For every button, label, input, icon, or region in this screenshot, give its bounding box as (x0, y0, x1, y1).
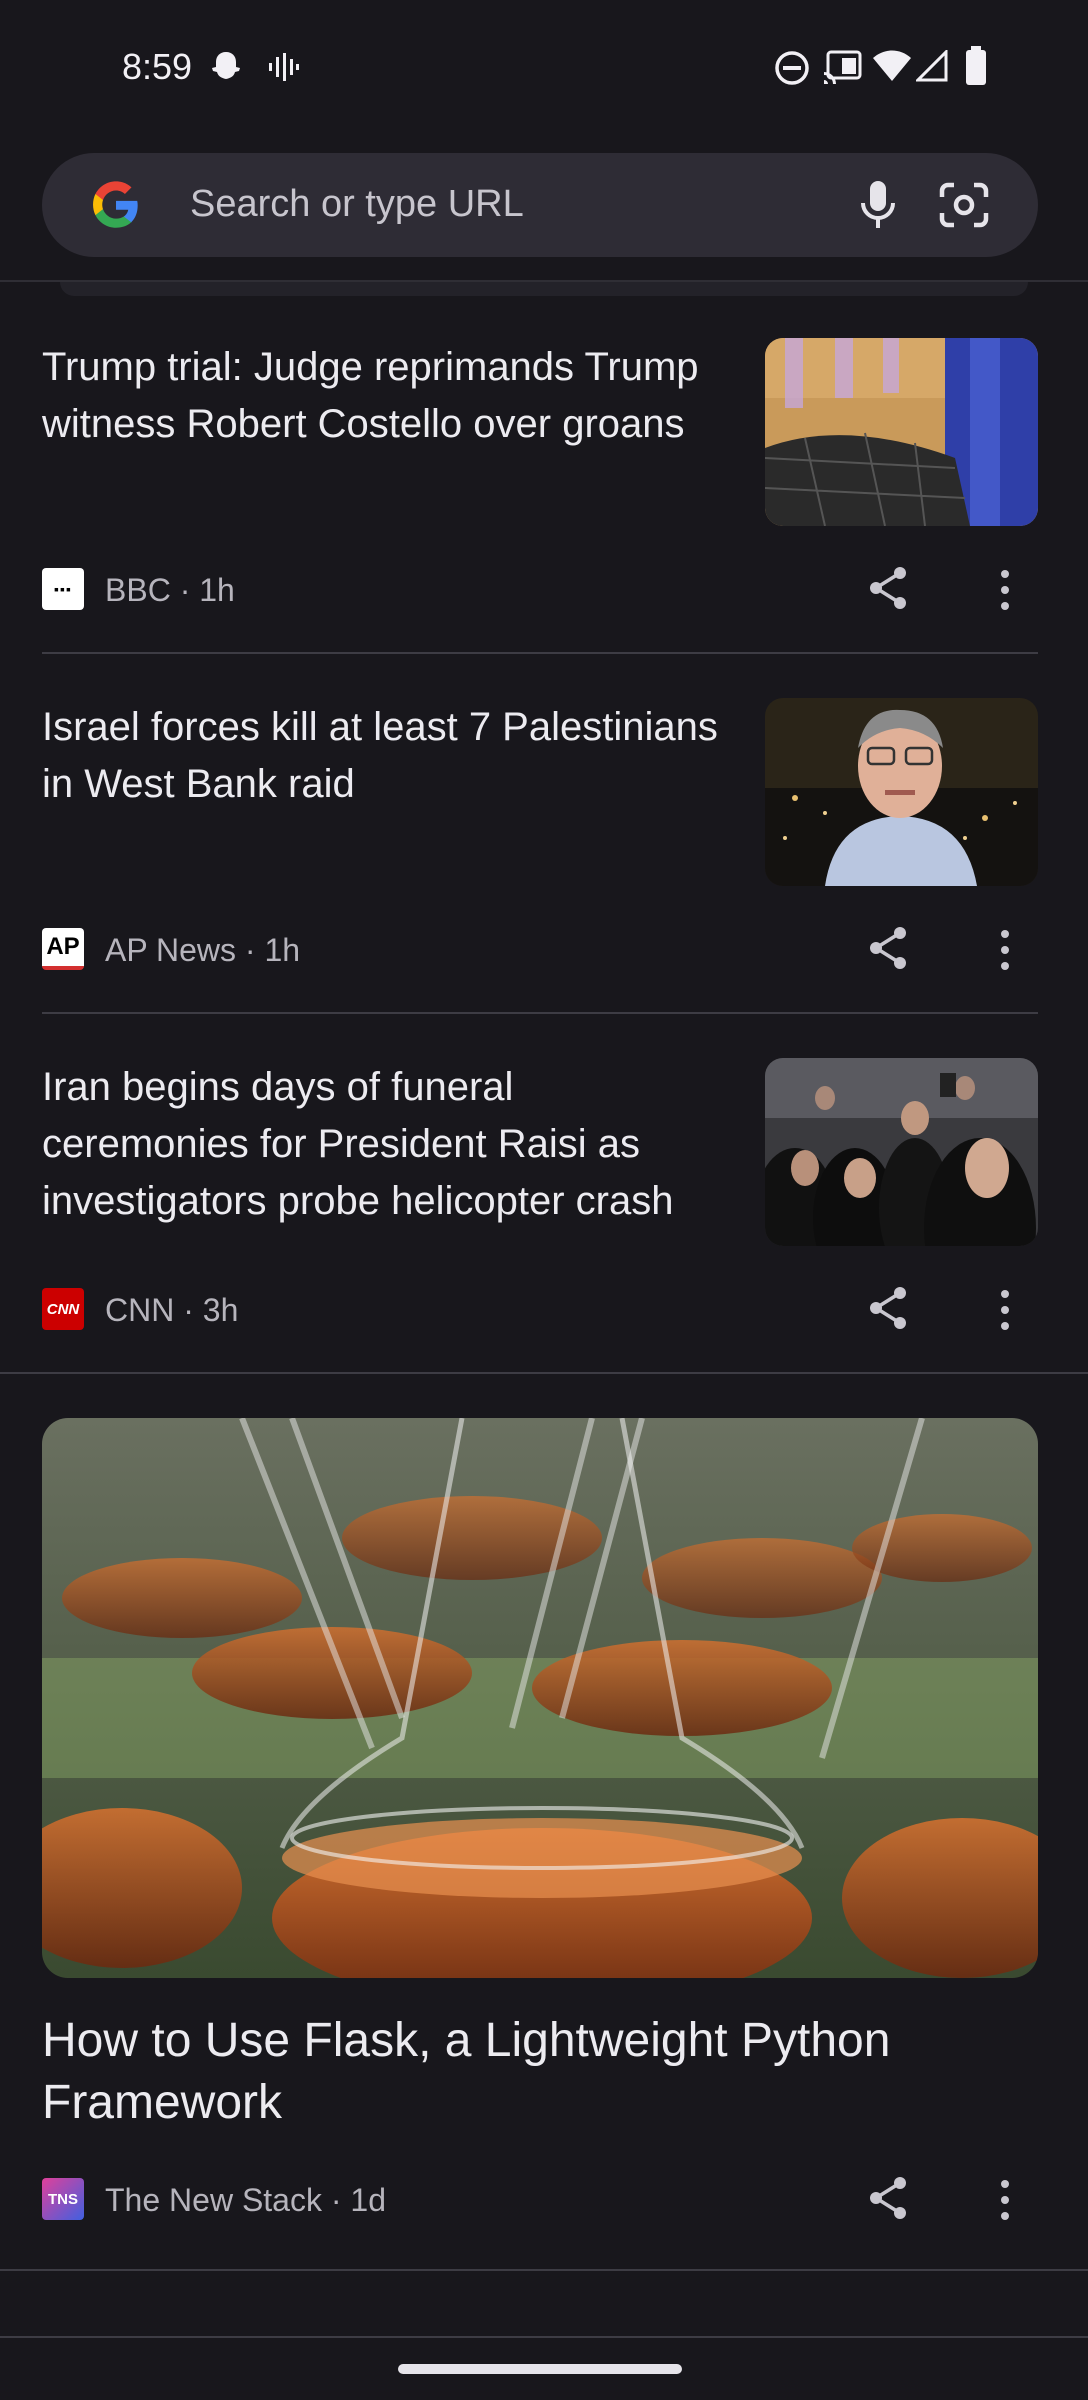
status-time: 8:59 (122, 46, 193, 87)
article-source: BBC · 1h (105, 572, 235, 608)
more-options-icon[interactable] (992, 926, 1018, 974)
bbc-logo: ▪▪▪ (42, 568, 84, 610)
home-indicator[interactable] (398, 2364, 682, 2374)
more-options-icon[interactable] (992, 1286, 1018, 1334)
battery-icon (966, 46, 986, 85)
signal-icon (916, 50, 948, 82)
article-title[interactable]: Trump trial: Judge reprimands Trump witn… (42, 339, 722, 453)
ap-news-logo: AP (42, 928, 84, 970)
divider (42, 652, 1038, 654)
article-thumbnail[interactable] (765, 698, 1038, 886)
lens-icon[interactable] (936, 179, 992, 231)
share-icon[interactable] (864, 1284, 912, 1332)
mic-icon[interactable] (854, 177, 902, 233)
snapchat-icon (212, 52, 240, 79)
article-source-row: AP AP News · 1h (42, 926, 1042, 974)
section-divider (0, 2336, 1088, 2338)
article-source-row: TNS The New Stack · 1d (42, 2176, 1042, 2224)
article-source: AP News · 1h (105, 932, 301, 968)
cast-icon (824, 50, 862, 84)
more-options-icon[interactable] (992, 566, 1018, 614)
header-shadow (60, 282, 1028, 296)
status-bar: 8:59 (0, 0, 1088, 136)
divider (42, 1012, 1038, 1014)
article-thumbnail[interactable] (765, 1058, 1038, 1246)
article-thumbnail[interactable] (765, 338, 1038, 526)
article-source-row: CNN CNN · 3h (42, 1286, 1042, 1334)
more-options-icon[interactable] (992, 2176, 1018, 2224)
the-new-stack-logo: TNS (42, 2178, 84, 2220)
section-divider (0, 1372, 1088, 1374)
omnibox-search-bar[interactable]: Search or type URL (42, 153, 1038, 257)
share-icon[interactable] (864, 924, 912, 972)
dnd-icon (775, 51, 809, 85)
article-source: The New Stack · 1d (105, 2182, 386, 2218)
share-icon[interactable] (864, 2174, 912, 2222)
article-source-row: ▪▪▪ BBC · 1h (42, 566, 1042, 614)
wifi-icon (873, 50, 911, 81)
section-divider (0, 2269, 1088, 2271)
featured-article-image[interactable] (42, 1418, 1038, 1978)
search-input[interactable]: Search or type URL (190, 183, 524, 226)
article-title[interactable]: Iran begins days of funeral ceremonies f… (42, 1059, 722, 1230)
featured-article-title[interactable]: How to Use Flask, a Lightweight Python F… (42, 2010, 1032, 2134)
google-logo (93, 181, 138, 228)
article-source: CNN · 3h (105, 1292, 239, 1328)
cnn-logo: CNN (42, 1288, 84, 1330)
article-title[interactable]: Israel forces kill at least 7 Palestinia… (42, 699, 722, 813)
sound-wave-icon (269, 53, 299, 81)
share-icon[interactable] (864, 564, 912, 612)
